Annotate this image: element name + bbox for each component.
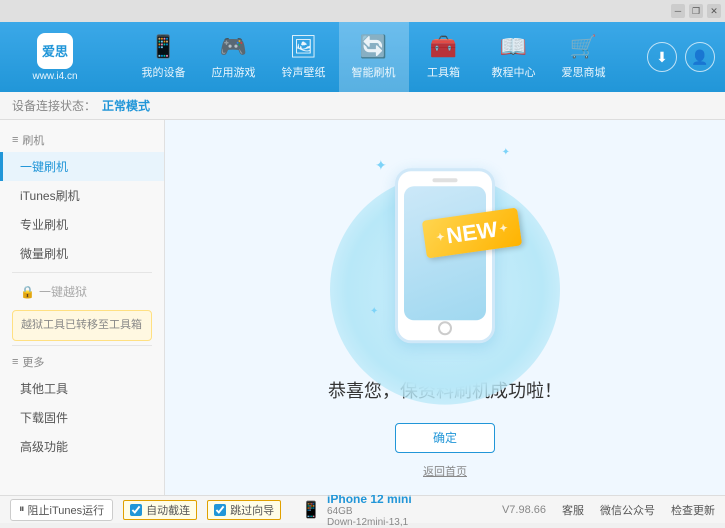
sidebar-item-download-firmware[interactable]: 下载固件 [0, 403, 164, 432]
content-area: ✦ ✦ ✦ NEW 恭喜您，保资料刷机成功啦！ 确定 返回首页 [165, 120, 725, 495]
sidebar-section-flash: ≡ 刷机 一键刷机 iTunes刷机 专业刷机 微量刷机 [0, 128, 164, 268]
lock-icon: 🔒 [20, 285, 35, 299]
sidebar-item-other-tools[interactable]: 其他工具 [0, 374, 164, 403]
section-icon-flash: ≡ [12, 134, 18, 146]
phone-home-btn [438, 321, 452, 335]
close-btn[interactable]: ✕ [707, 4, 721, 18]
logo-icon: 爱思 [37, 33, 73, 69]
sparkle-1: ✦ [375, 157, 387, 174]
device-icon: 📱 [301, 500, 321, 520]
sidebar-item-micro-flash[interactable]: 微量刷机 [0, 239, 164, 268]
status-bar: 设备连接状态： 正常模式 [0, 92, 725, 120]
nav-item-my-device[interactable]: 📱 我的设备 [129, 22, 199, 92]
nav-label-apps-games: 应用游戏 [212, 64, 256, 80]
sidebar-item-one-key-flash[interactable]: 一键刷机 [0, 152, 164, 181]
sidebar-item-itunes-flash[interactable]: iTunes刷机 [0, 181, 164, 210]
phone-illustration: ✦ ✦ ✦ NEW [365, 137, 525, 357]
nav-item-toolbox[interactable]: 🧰 工具箱 [409, 22, 479, 92]
confirm-button[interactable]: 确定 [395, 423, 495, 453]
header-right: ⬇ 👤 [647, 42, 715, 72]
back-link[interactable]: 返回首页 [423, 463, 467, 479]
auto-start-input[interactable] [130, 504, 142, 516]
store-icon: 🛒 [570, 34, 597, 60]
sidebar-item-advanced[interactable]: 高级功能 [0, 432, 164, 461]
sidebar-item-pro-flash[interactable]: 专业刷机 [0, 210, 164, 239]
nav-label-my-device: 我的设备 [142, 64, 186, 80]
customer-service-link[interactable]: 客服 [562, 502, 584, 518]
divider-1 [12, 272, 152, 273]
sidebar-section-title-jailbreak: 🔒 一键越狱 [0, 277, 164, 306]
nav-items: 📱 我的设备 🎮 应用游戏 🖼 铃声壁纸 🔄 智能刷机 🧰 工具箱 📖 教程中心… [100, 22, 647, 92]
user-btn[interactable]: 👤 [685, 42, 715, 72]
divider-2 [12, 345, 152, 346]
phone-speaker [433, 178, 458, 182]
minimize-btn[interactable]: ─ [671, 4, 685, 18]
itunes-button[interactable]: ⏸ 阻止iTunes运行 [10, 499, 113, 521]
smart-icon: 🔄 [360, 34, 387, 60]
logo-text: www.i4.cn [32, 71, 77, 82]
bottom-left: ⏸ 阻止iTunes运行 自动截连 跳过向导 📱 iPhone 12 mini … [10, 492, 412, 528]
phone-icon: 📱 [150, 34, 177, 60]
jailbreak-notice: 越狱工具已转移至工具箱 [12, 310, 152, 341]
device-info: 📱 iPhone 12 mini 64GB Down-12mini-13,1 [301, 492, 412, 528]
version-text: V7.98.66 [502, 504, 546, 516]
sparkle-3: ✦ [370, 306, 378, 317]
nav-label-store: 爱思商城 [562, 64, 606, 80]
status-label: 设备连接状态： [12, 97, 96, 114]
itunes-icon: ⏸ [19, 503, 25, 516]
device-model: Down-12mini-13,1 [327, 517, 412, 528]
nav-label-toolbox: 工具箱 [427, 64, 460, 80]
check-update-link[interactable]: 检查更新 [671, 502, 715, 518]
new-badge-text: NEW [445, 216, 499, 249]
logo-area: 爱思 www.i4.cn [10, 33, 100, 82]
nav-item-ringtone-wallpaper[interactable]: 🖼 铃声壁纸 [269, 22, 339, 92]
skip-guide-input[interactable] [214, 504, 226, 516]
game-icon: 🎮 [220, 34, 247, 60]
sidebar-section-title-more: ≡ 更多 [0, 350, 164, 374]
nav-label-tutorial: 教程中心 [492, 64, 536, 80]
restore-btn[interactable]: ❐ [689, 4, 703, 18]
status-value: 正常模式 [102, 97, 150, 114]
sidebar-section-jailbreak: 🔒 一键越狱 越狱工具已转移至工具箱 [0, 277, 164, 341]
wallpaper-icon: 🖼 [290, 34, 318, 60]
section-icon-more: ≡ [12, 356, 18, 368]
download-btn[interactable]: ⬇ [647, 42, 677, 72]
bottom-right: V7.98.66 客服 微信公众号 检查更新 [502, 502, 715, 518]
nav-item-store[interactable]: 🛒 爱思商城 [549, 22, 619, 92]
wechat-link[interactable]: 微信公众号 [600, 502, 655, 518]
header: 爱思 www.i4.cn 📱 我的设备 🎮 应用游戏 🖼 铃声壁纸 🔄 智能刷机… [0, 22, 725, 92]
main-layout: ≡ 刷机 一键刷机 iTunes刷机 专业刷机 微量刷机 🔒 一键越狱 [0, 120, 725, 495]
tutorial-icon: 📖 [500, 34, 527, 60]
sidebar-section-more: ≡ 更多 其他工具 下载固件 高级功能 [0, 350, 164, 461]
bottom-bar: ⏸ 阻止iTunes运行 自动截连 跳过向导 📱 iPhone 12 mini … [0, 495, 725, 523]
skip-guide-checkbox[interactable]: 跳过向导 [207, 500, 281, 520]
sidebar: ≡ 刷机 一键刷机 iTunes刷机 专业刷机 微量刷机 🔒 一键越狱 [0, 120, 165, 495]
auto-start-checkbox[interactable]: 自动截连 [123, 500, 197, 520]
nav-label-ringtone-wallpaper: 铃声壁纸 [282, 64, 326, 80]
nav-item-apps-games[interactable]: 🎮 应用游戏 [199, 22, 269, 92]
device-details: iPhone 12 mini 64GB Down-12mini-13,1 [327, 492, 412, 528]
sidebar-section-title-flash: ≡ 刷机 [0, 128, 164, 152]
nav-item-tutorial[interactable]: 📖 教程中心 [479, 22, 549, 92]
title-bar: ─ ❐ ✕ [0, 0, 725, 22]
sparkle-2: ✦ [502, 147, 510, 158]
toolbox-icon: 🧰 [430, 34, 457, 60]
nav-item-smart-flash[interactable]: 🔄 智能刷机 [339, 22, 409, 92]
nav-label-smart-flash: 智能刷机 [352, 64, 396, 80]
device-storage: 64GB [327, 506, 412, 517]
